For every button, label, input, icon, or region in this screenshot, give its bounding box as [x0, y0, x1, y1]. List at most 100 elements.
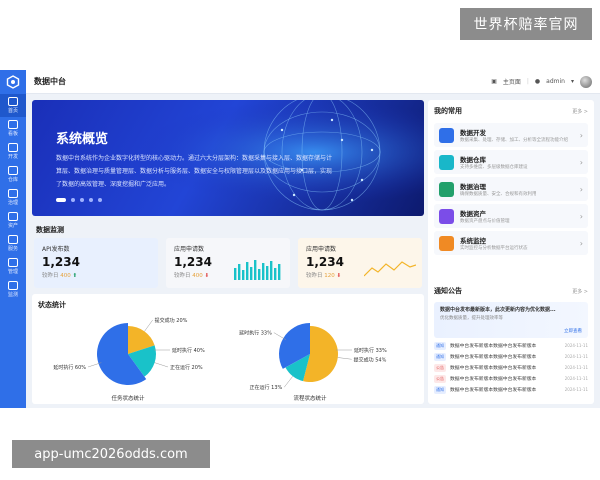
home-icon[interactable]: ▣	[491, 78, 497, 85]
notice-tag: 通知	[434, 352, 446, 361]
favorite-text: 数据治理 确保数据质量、安全、合规和有效利用	[460, 181, 580, 197]
app-logo[interactable]	[0, 70, 26, 94]
notice-panel: 通知公告 更多 > 数据中台发布最新版本，此次更新内容为优化数据... 优化数据…	[428, 280, 594, 404]
metric-compare-label: 较昨日	[174, 273, 191, 279]
divider: |	[526, 78, 529, 85]
avatar[interactable]	[580, 75, 592, 88]
carousel-dot[interactable]	[71, 198, 75, 202]
favorite-item[interactable]: 数据资产 数据资产盘点与价值管理 ›	[434, 204, 588, 228]
arrow-up-icon: ⬆	[72, 273, 78, 279]
favorite-icon	[439, 154, 454, 170]
carousel-dot[interactable]	[80, 198, 84, 202]
overview-banner: 系统概览 数据中台系统作为企业数字化转型的核心驱动力。通过六大分层架构：数据采集…	[32, 100, 424, 216]
notice-date: 2024-11-11	[564, 365, 588, 370]
metric-title: 应用申请数	[174, 246, 205, 253]
favorites-list: 数据开发 数据采集、处理、存储、加工、分析等全流程功能介绍 › 数据仓库 支持多维度、多…	[428, 123, 594, 255]
sidebar-item-label: 首页	[7, 108, 18, 114]
pie-slice-label: 提交成功 54%	[354, 356, 387, 363]
metric-card-api[interactable]: API发布数 1,234 较昨日 400 ⬆	[34, 238, 158, 288]
notice-row[interactable]: 通知 数据中台发布新版本数据中台发布新版本 2024-11-11	[434, 340, 588, 351]
notice-date: 2024-11-11	[564, 354, 588, 359]
favorite-text: 数据资产 数据资产盘点与价值管理	[460, 208, 580, 224]
notice-tag: 通知	[434, 385, 446, 394]
chevron-right-icon: ›	[579, 238, 583, 248]
pie-slice-label: 正在运行 13%	[250, 384, 283, 391]
carousel-dot[interactable]	[56, 198, 66, 202]
notice-row[interactable]: 公告 数据中台发布新版本数据中台发布新版本 2024-11-11	[434, 362, 588, 373]
metric-bar-sparkline	[234, 260, 281, 280]
sidebar-item[interactable]: 首页	[0, 94, 26, 117]
favorite-icon	[439, 235, 454, 251]
pie-caption: 任务状态统计	[111, 394, 145, 402]
favorite-name: 数据治理	[460, 183, 486, 191]
favorites-panel: 我的常用 更多 > 数据开发 数据采集、处理、存储、加工、分析等全流程功能介绍 › 数…	[428, 100, 594, 296]
favorite-item[interactable]: 系统监控 实时监控与分析数据平台运行状态 ›	[434, 231, 588, 255]
sidebar-item[interactable]: 管理	[0, 255, 26, 278]
nav-icon	[8, 281, 18, 290]
sidebar-item[interactable]: 看板	[0, 117, 26, 140]
notice-date: 2024-11-11	[564, 387, 588, 392]
sidebar-item-label: 看板	[7, 131, 18, 137]
notice-title: 通知公告	[434, 287, 462, 295]
pie-leader-line	[284, 375, 294, 388]
arrow-down-icon: ⬇	[204, 273, 210, 279]
home-link[interactable]: 主页面	[503, 77, 521, 86]
favorite-text: 数据开发 数据采集、处理、存储、加工、分析等全流程功能介绍	[460, 127, 580, 143]
favorite-text: 数据仓库 支持多维度、多层级数据仓库建设	[460, 154, 580, 170]
favorite-desc: 实时监控与分析数据平台运行状态	[460, 246, 528, 251]
chevron-right-icon: ›	[579, 130, 583, 140]
banner-title: 系统概览	[56, 132, 109, 147]
notice-date: 2024-11-11	[564, 343, 588, 348]
favorite-icon	[439, 127, 454, 143]
metric-card-app-requests[interactable]: 应用申请数 1,234 较昨日 400 ⬇	[166, 238, 290, 288]
chevron-right-icon: ›	[579, 157, 583, 167]
nav-icon	[8, 212, 18, 221]
metric-compare-value: 400	[192, 273, 203, 279]
notice-text: 数据中台发布新版本数据中台发布新版本	[450, 366, 537, 371]
favorite-name: 数据开发	[460, 129, 486, 137]
nav-icon	[8, 189, 18, 198]
notice-text: 数据中台发布新版本数据中台发布新版本	[450, 388, 537, 393]
pie-leader-line	[154, 362, 169, 368]
nav-icon	[8, 166, 18, 175]
pie-charts: 提交成功 20% 正在运行 20% 延时执行 60% 延时执行 40% 任务状态统计 提交…	[53, 317, 387, 402]
chevron-down-icon[interactable]: ▾	[571, 78, 574, 85]
notice-text: 数据中台发布新版本数据中台发布新版本	[450, 344, 537, 349]
favorite-icon	[439, 181, 454, 197]
bell-icon[interactable]: ●	[535, 78, 540, 85]
sidebar-item[interactable]: 开发	[0, 140, 26, 163]
carousel-dot[interactable]	[89, 198, 93, 202]
favorite-item[interactable]: 数据仓库 支持多维度、多层级数据仓库建设 ›	[434, 150, 588, 174]
notice-highlight-title: 数据中台发布最新版本，此次更新内容为优化数据...	[440, 307, 556, 313]
favorite-item[interactable]: 数据治理 确保数据质量、安全、合规和有效利用 ›	[434, 177, 588, 201]
metric-compare-value: 400	[60, 273, 71, 279]
favorite-item[interactable]: 数据开发 数据采集、处理、存储、加工、分析等全流程功能介绍 ›	[434, 123, 588, 147]
nav-icon	[8, 235, 18, 244]
sidebar-item[interactable]: 服务	[0, 232, 26, 255]
favorite-desc: 确保数据质量、安全、合规和有效利用	[460, 192, 537, 197]
notice-row[interactable]: 通知 数据中台发布新版本数据中台发布新版本 2024-11-11	[434, 351, 588, 362]
favorite-desc: 支持多维度、多层级数据仓库建设	[460, 165, 528, 170]
arrow-down-icon: ⬇	[336, 273, 342, 279]
favorite-name: 数据仓库	[460, 156, 486, 164]
notice-row[interactable]: 公告 数据中台发布新版本数据中台发布新版本 2024-11-11	[434, 373, 588, 384]
nav-icon	[8, 97, 18, 106]
topbar: 数据中台 ▣ 主页面 | ● admin ▾	[26, 70, 600, 94]
notice-tag: 公告	[434, 374, 446, 383]
status-statistics-panel: 状态统计 提交成功 20% 正在运行 20% 延时执行 60% 延时执行 40% 任务状…	[32, 294, 424, 404]
notice-highlight[interactable]: 数据中台发布最新版本，此次更新内容为优化数据... 优化数据质量，提升处理效率等…	[434, 302, 588, 338]
favorites-more-link[interactable]: 更多 >	[572, 108, 588, 115]
sidebar-item[interactable]: 治理	[0, 186, 26, 209]
sidebar-item[interactable]: 仓库	[0, 163, 26, 186]
sidebar-item[interactable]: 资产	[0, 209, 26, 232]
notice-row[interactable]: 通知 数据中台发布新版本数据中台发布新版本 2024-11-11	[434, 384, 588, 395]
favorite-desc: 数据采集、处理、存储、加工、分析等全流程功能介绍	[460, 138, 568, 143]
metric-card-app-requests-2[interactable]: 应用申请数 1,234 较昨日 120 ⬇	[298, 238, 422, 288]
username[interactable]: admin	[546, 78, 565, 85]
notice-more-link[interactable]: 更多 >	[572, 288, 588, 295]
sidebar-item[interactable]: 监测	[0, 278, 26, 301]
carousel-dot[interactable]	[98, 198, 102, 202]
sidebar-item-label: 开发	[7, 154, 18, 160]
notice-view-link[interactable]: 立即查看	[564, 328, 582, 334]
pie-leader-line	[337, 357, 352, 360]
